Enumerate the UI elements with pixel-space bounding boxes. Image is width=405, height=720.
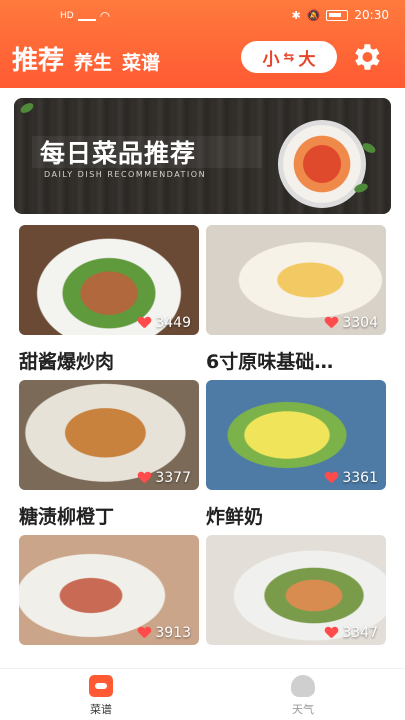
like-count: 3361 bbox=[325, 470, 378, 486]
bluetooth-icon: ✱ bbox=[291, 8, 301, 22]
swap-icon: ⇆ bbox=[283, 49, 295, 65]
nav-item-recipes[interactable]: 菜谱 bbox=[61, 675, 141, 717]
like-count: 3449 bbox=[138, 315, 191, 331]
heart-icon bbox=[138, 472, 151, 484]
daily-dish-banner[interactable]: 每日菜品推荐 DAILY DISH RECOMMENDATION bbox=[14, 98, 391, 214]
dish-card[interactable]: 3347 bbox=[206, 535, 386, 645]
heart-icon bbox=[138, 317, 151, 329]
network-indicator: HD bbox=[60, 11, 74, 21]
app-header: HD ◠ ✱ 🔕 20:30 推荐 养生 菜谱 小 ⇆ 大 bbox=[0, 0, 405, 88]
mute-icon: 🔕 bbox=[306, 8, 321, 22]
like-count: 3347 bbox=[325, 625, 378, 641]
dish-image: 3449 bbox=[19, 225, 199, 335]
dish-card[interactable]: 3449 甜酱爆炒肉 bbox=[19, 225, 199, 374]
banner-subtitle: DAILY DISH RECOMMENDATION bbox=[44, 170, 207, 179]
weather-icon bbox=[291, 675, 315, 697]
heart-icon bbox=[325, 317, 338, 329]
dish-image: 3913 bbox=[19, 535, 199, 645]
dish-image: 3377 bbox=[19, 380, 199, 490]
dish-card[interactable]: 3913 bbox=[19, 535, 199, 645]
banner-title: 每日菜品推荐 bbox=[40, 139, 197, 168]
size-large-label: 大 bbox=[298, 49, 316, 70]
dish-name: 糖渍柳橙丁 bbox=[19, 506, 115, 528]
gear-icon[interactable] bbox=[349, 40, 383, 74]
like-count: 3913 bbox=[138, 625, 191, 641]
like-count: 3377 bbox=[138, 470, 191, 486]
dish-card[interactable]: 3361 炸鲜奶 bbox=[206, 380, 386, 529]
dish-card[interactable]: 3304 6寸原味基础… bbox=[206, 225, 386, 374]
dish-image: 3347 bbox=[206, 535, 386, 645]
like-count: 3304 bbox=[325, 315, 378, 331]
battery-icon bbox=[326, 9, 349, 21]
signal-icon bbox=[77, 11, 96, 21]
tab-recommend[interactable]: 推荐 bbox=[12, 40, 64, 77]
nav-item-weather[interactable]: 天气 bbox=[263, 675, 343, 717]
top-tabs: 推荐 养生 菜谱 bbox=[12, 40, 160, 77]
bottom-nav: 菜谱 天气 bbox=[0, 668, 405, 720]
heart-icon bbox=[325, 627, 338, 639]
clock: 20:30 bbox=[354, 8, 389, 22]
font-size-toggle[interactable]: 小 ⇆ 大 bbox=[241, 41, 337, 73]
recipe-icon bbox=[89, 675, 113, 697]
tab-health[interactable]: 养生 bbox=[74, 48, 112, 75]
nav-label: 天气 bbox=[292, 703, 314, 716]
dish-image: 3304 bbox=[206, 225, 386, 335]
status-bar: HD ◠ ✱ 🔕 20:30 bbox=[0, 0, 405, 30]
heart-icon bbox=[325, 472, 338, 484]
dish-name: 6寸原味基础… bbox=[206, 351, 334, 373]
banner-leaf-decoration bbox=[18, 101, 36, 115]
heart-icon bbox=[138, 627, 151, 639]
tab-recipes[interactable]: 菜谱 bbox=[122, 48, 160, 75]
banner-dish-image bbox=[278, 120, 366, 208]
nav-label: 菜谱 bbox=[90, 703, 112, 716]
dish-name: 炸鲜奶 bbox=[206, 506, 264, 528]
size-small-label: 小 bbox=[262, 49, 280, 70]
dish-image: 3361 bbox=[206, 380, 386, 490]
dish-name: 甜酱爆炒肉 bbox=[19, 351, 115, 373]
dish-card[interactable]: 3377 糖渍柳橙丁 bbox=[19, 380, 199, 529]
wifi-icon: ◠ bbox=[99, 9, 111, 23]
